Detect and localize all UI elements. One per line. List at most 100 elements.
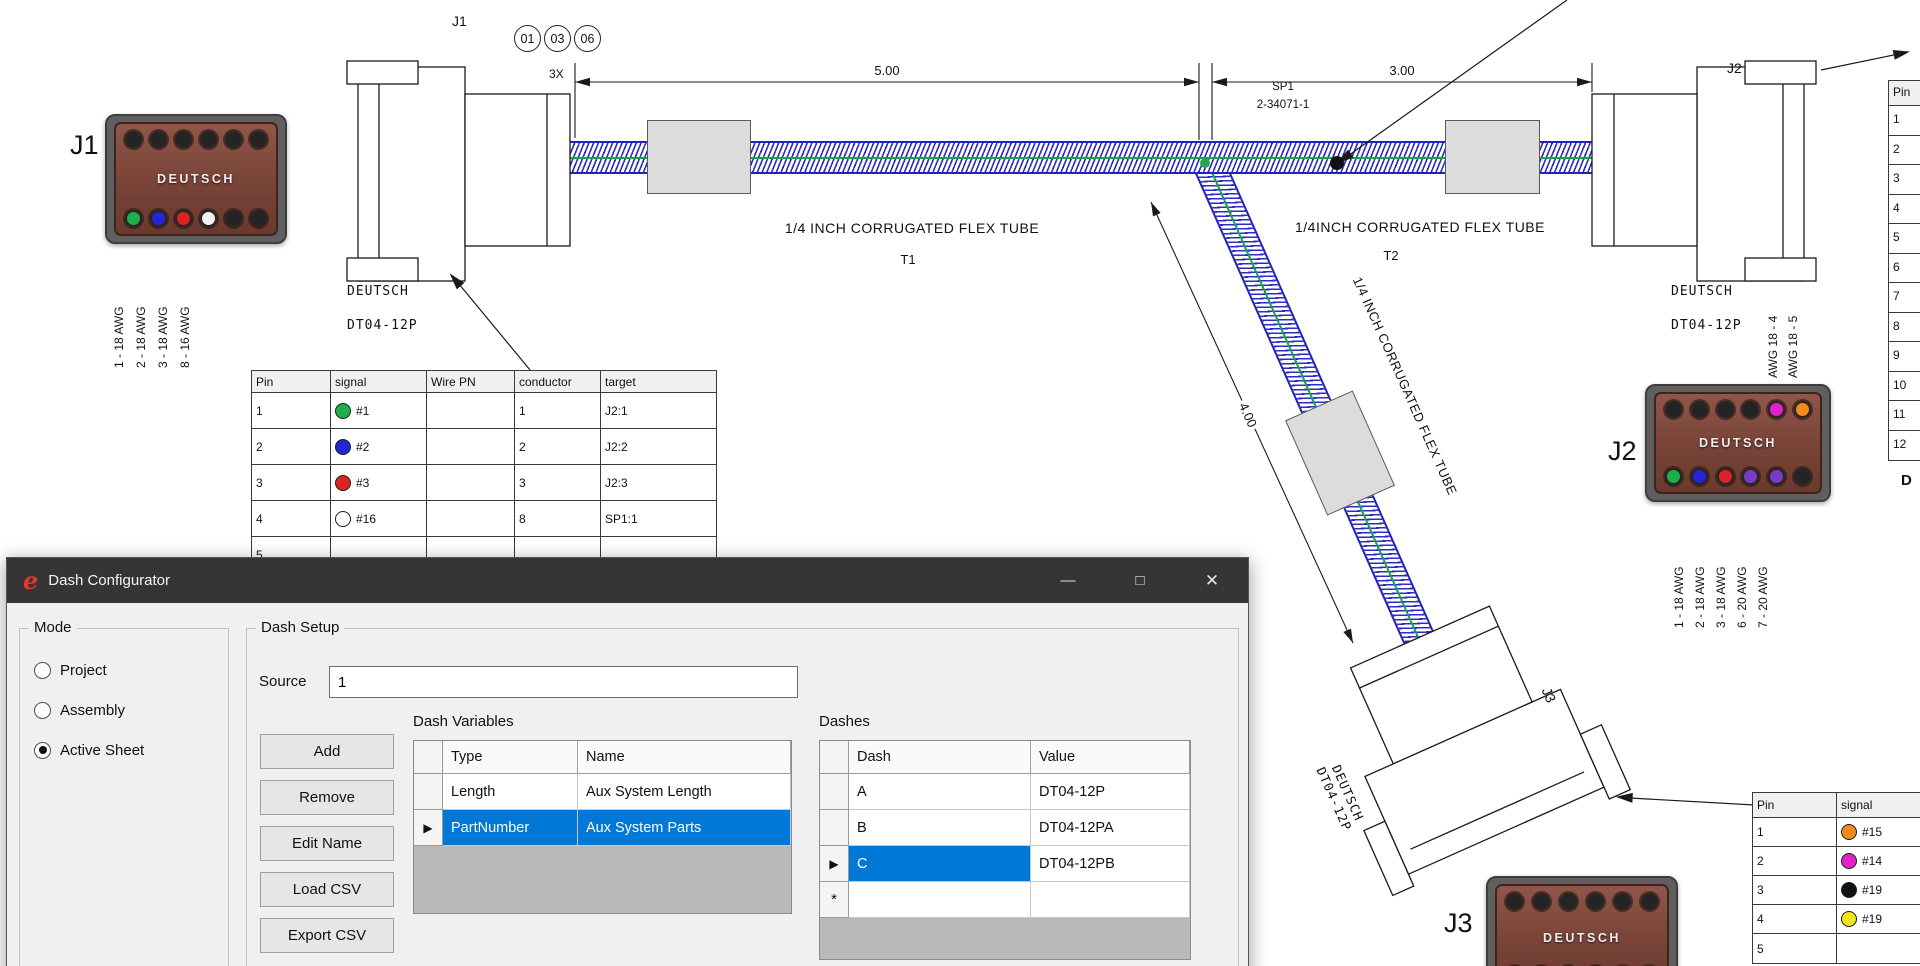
- table-row[interactable]: 2 #2 2 J2:2: [252, 429, 716, 465]
- balloon-callout[interactable]: 01: [514, 25, 541, 52]
- row-selector[interactable]: ▶: [414, 810, 443, 846]
- table-row[interactable]: 7: [1889, 283, 1920, 313]
- close-button[interactable]: ✕: [1176, 558, 1248, 603]
- pin-table-j1[interactable]: Pin signal Wire PN conductor target 1 #1…: [251, 370, 717, 574]
- type-cell[interactable]: Length: [443, 774, 578, 810]
- type-cell[interactable]: PartNumber: [443, 810, 578, 846]
- target-cell: SP1:1: [601, 501, 714, 536]
- dashes-grid[interactable]: Dash Value A DT04-12P B DT04-12PA ▶: [819, 740, 1191, 960]
- dash-cell[interactable]: B: [849, 810, 1031, 846]
- connector-symbol-j3[interactable]: [1301, 584, 1630, 895]
- dash-variables-grid[interactable]: Type Name Length Aux System Length ▶ Par…: [413, 740, 792, 914]
- row-selector[interactable]: [820, 774, 849, 810]
- signal-text: #1: [356, 404, 369, 418]
- pin-cell: 5: [1753, 934, 1837, 963]
- load-csv-button[interactable]: Load CSV: [260, 872, 394, 907]
- row-selector[interactable]: ▶: [820, 846, 849, 882]
- table-row[interactable]: B DT04-12PA: [820, 810, 1190, 846]
- value-cell[interactable]: DT04-12PB: [1031, 846, 1190, 882]
- table-row[interactable]: 11: [1889, 401, 1920, 431]
- remove-button[interactable]: Remove: [260, 780, 394, 815]
- column-header-value[interactable]: Value: [1031, 741, 1190, 774]
- wirepn-cell: [427, 465, 515, 500]
- table-row[interactable]: 4 #19: [1753, 905, 1920, 934]
- radio-assembly[interactable]: Assembly: [34, 699, 125, 721]
- connector-pin: [1560, 893, 1577, 910]
- table-row[interactable]: 2: [1889, 136, 1920, 166]
- row-selector[interactable]: *: [820, 882, 849, 918]
- connector-photo-j3[interactable]: DEUTSCH: [1486, 876, 1678, 966]
- col-header-pin: Pin: [1753, 793, 1837, 817]
- row-selector[interactable]: [820, 810, 849, 846]
- table-row[interactable]: Length Aux System Length: [414, 774, 791, 810]
- dash-cell[interactable]: A: [849, 774, 1031, 810]
- name-cell[interactable]: Aux System Parts: [578, 810, 791, 846]
- harness-design-canvas: J1 010306 3X 5.00 3.00 SP1 2-34071-1 1/4…: [0, 0, 1920, 966]
- connector-symbol-j1[interactable]: [347, 61, 570, 281]
- pin-table-edge[interactable]: Pin 123456789101112: [1888, 80, 1920, 461]
- table-row[interactable]: 4 #16 8 SP1:1: [252, 501, 716, 537]
- radio-active-sheet[interactable]: Active Sheet: [34, 739, 144, 761]
- source-input[interactable]: [329, 666, 798, 698]
- conductor-cell: 2: [515, 429, 601, 464]
- column-header-type[interactable]: Type: [443, 741, 578, 774]
- pin-table-j3[interactable]: Pin signal 1 #15 2 #14 3 #19 4 #19 5: [1752, 792, 1920, 964]
- table-row[interactable]: A DT04-12P: [820, 774, 1190, 810]
- add-button[interactable]: Add: [260, 734, 394, 769]
- connector-pin: [1768, 468, 1785, 485]
- minimize-button[interactable]: —: [1032, 558, 1104, 603]
- dash-cell[interactable]: C: [849, 846, 1031, 882]
- table-row[interactable]: 12: [1889, 431, 1920, 461]
- row-selector[interactable]: [414, 774, 443, 810]
- tube-label-block-2[interactable]: [1445, 120, 1540, 194]
- connector-photo-j1[interactable]: DEUTSCH: [105, 114, 287, 244]
- col-header-conductor: conductor: [515, 371, 601, 392]
- table-row[interactable]: ▶ PartNumber Aux System Parts: [414, 810, 791, 846]
- target-cell: J2:2: [601, 429, 714, 464]
- table-row[interactable]: 3 #3 3 J2:3: [252, 465, 716, 501]
- table-row[interactable]: 5: [1889, 224, 1920, 254]
- table-row[interactable]: 3 #19: [1753, 876, 1920, 905]
- balloon-callout[interactable]: 03: [544, 25, 571, 52]
- table-row[interactable]: 1: [1889, 106, 1920, 136]
- connector-symbol-j2[interactable]: [1592, 61, 1816, 281]
- table-row[interactable]: 1 #15: [1753, 818, 1920, 847]
- table-row[interactable]: 6: [1889, 254, 1920, 284]
- table-row[interactable]: ▶ C DT04-12PB: [820, 846, 1190, 882]
- table-row[interactable]: 1 #1 1 J2:1: [252, 393, 716, 429]
- value-cell[interactable]: DT04-12PA: [1031, 810, 1190, 846]
- table-row[interactable]: *: [820, 882, 1190, 918]
- value-cell[interactable]: [1031, 882, 1190, 918]
- balloon-callout[interactable]: 06: [574, 25, 601, 52]
- table-row[interactable]: 4: [1889, 195, 1920, 225]
- col-header-signal: signal: [331, 371, 427, 392]
- pin-cell: 2: [1753, 847, 1837, 875]
- maximize-button[interactable]: □: [1104, 558, 1176, 603]
- table-row[interactable]: 10: [1889, 372, 1920, 402]
- conductor-cell: 8: [515, 501, 601, 536]
- wirepn-cell: [427, 393, 515, 428]
- dash-cell[interactable]: [849, 882, 1031, 918]
- edge-rows: 123456789101112: [1889, 106, 1920, 460]
- export-csv-button[interactable]: Export CSV: [260, 918, 394, 953]
- column-header-dash[interactable]: Dash: [849, 741, 1031, 774]
- column-header-name[interactable]: Name: [578, 741, 791, 774]
- signal-cell: #3: [331, 465, 427, 500]
- wire-gauge-label: 6 - 20 AWG: [1735, 506, 1749, 628]
- table-row[interactable]: 8: [1889, 313, 1920, 343]
- tube-label-block-1[interactable]: [647, 120, 751, 194]
- connector-photo-j2[interactable]: DEUTSCH: [1645, 384, 1831, 502]
- table-row[interactable]: 2 #14: [1753, 847, 1920, 876]
- j2-awg-labels: AWG 18 - 4AWG 18 - 5: [1766, 286, 1800, 378]
- value-cell[interactable]: DT04-12P: [1031, 774, 1190, 810]
- wire-color-swatch: [1841, 853, 1857, 869]
- j2-wire-labels: 1 - 18 AWG2 - 18 AWG3 - 18 AWG6 - 20 AWG…: [1672, 506, 1770, 628]
- table-row[interactable]: 9: [1889, 342, 1920, 372]
- col-header-signal: signal: [1837, 793, 1920, 817]
- name-cell[interactable]: Aux System Length: [578, 774, 791, 810]
- dialog-titlebar[interactable]: e Dash Configurator — □ ✕: [7, 558, 1248, 603]
- table-row[interactable]: 3: [1889, 165, 1920, 195]
- edit-name-button[interactable]: Edit Name: [260, 826, 394, 861]
- radio-project[interactable]: Project: [34, 659, 107, 681]
- table-row[interactable]: 5: [1753, 934, 1920, 963]
